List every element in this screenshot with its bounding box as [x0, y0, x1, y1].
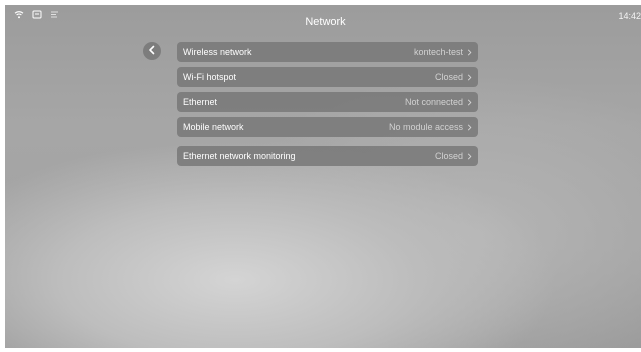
row-value: No module access — [388, 122, 463, 132]
wifi-hotspot-row[interactable]: Wi-Fi hotspot Closed — [177, 67, 478, 87]
mobile-network-row[interactable]: Mobile network No module access — [177, 117, 478, 137]
wireless-network-row[interactable]: Wireless network kontech-test — [177, 42, 478, 62]
chevron-right-icon — [467, 152, 472, 160]
chevron-left-icon — [148, 42, 156, 60]
network-settings-list: Wireless network kontech-test Wi-Fi hots… — [177, 42, 478, 171]
row-label: Wi-Fi hotspot — [183, 72, 237, 82]
page-title: Network — [305, 16, 346, 28]
row-value: kontech-test — [413, 47, 463, 57]
chevron-right-icon — [467, 123, 472, 131]
row-value: Closed — [434, 72, 463, 82]
chevron-right-icon — [467, 98, 472, 106]
row-label: Wireless network — [183, 47, 252, 57]
ethernet-row[interactable]: Ethernet Not connected — [177, 92, 478, 112]
row-value: Closed — [434, 151, 463, 161]
back-button[interactable] — [143, 42, 161, 60]
network-settings-screen: 14:42 Network Wireless network kontech-t… — [5, 5, 641, 348]
row-label: Ethernet network monitoring — [183, 151, 296, 161]
row-value: Not connected — [404, 97, 463, 107]
ethernet-network-monitoring-row[interactable]: Ethernet network monitoring Closed — [177, 146, 478, 166]
chevron-right-icon — [467, 48, 472, 56]
chevron-right-icon — [467, 73, 472, 81]
row-label: Mobile network — [183, 122, 244, 132]
row-label: Ethernet — [183, 97, 218, 107]
